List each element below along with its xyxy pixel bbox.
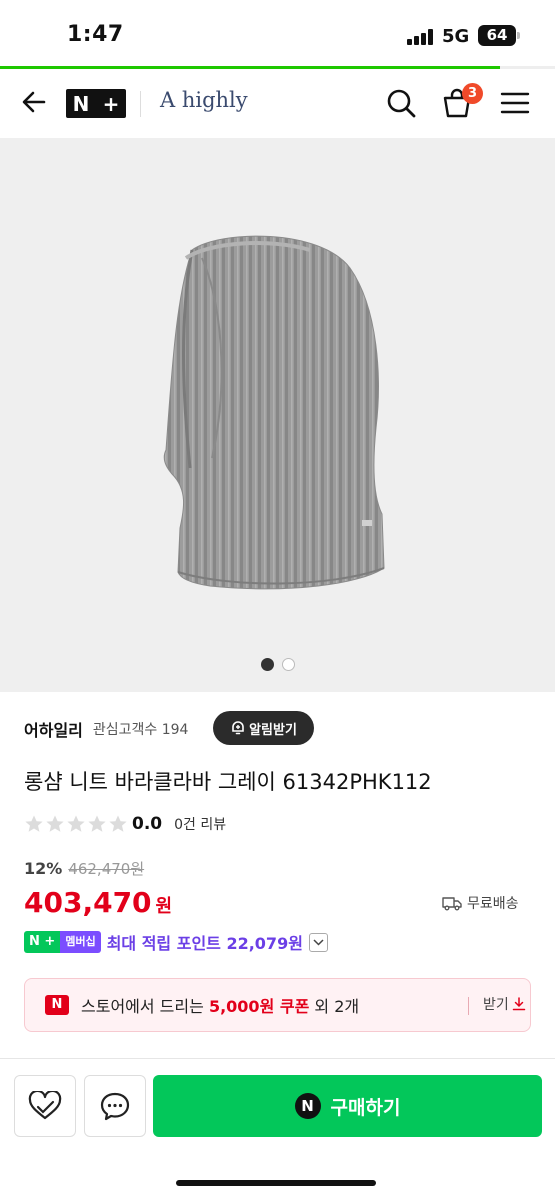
star-icon: [109, 815, 127, 832]
star-icon: [88, 815, 106, 832]
membership-badge-label: 멤버십: [60, 931, 101, 953]
product-image: [163, 235, 385, 590]
network-label: 5G: [442, 26, 470, 47]
header-divider: [140, 91, 141, 117]
coupon-divider: [468, 997, 469, 1015]
chat-bubble-icon: [100, 1092, 130, 1121]
bell-plus-icon: [232, 721, 244, 735]
seller-name[interactable]: 어하일리: [24, 717, 83, 741]
truck-icon: [442, 897, 462, 911]
seller-row: 어하일리 관심고객수 194: [24, 712, 188, 746]
star-rating: [24, 814, 128, 834]
shipping-info: 무료배송: [442, 893, 519, 913]
talk-talk-button[interactable]: [84, 1075, 146, 1137]
back-arrow-icon[interactable]: [18, 86, 50, 118]
rating-row[interactable]: 0.0 0건 리뷰: [24, 814, 226, 834]
naver-n-badge: N: [45, 995, 69, 1015]
download-icon: [512, 997, 526, 1011]
sale-price: 403,470 원: [24, 886, 172, 919]
page-load-progress: [0, 66, 555, 69]
signal-icon: [407, 29, 433, 45]
shipping-label: 무료배송: [467, 896, 519, 912]
discount-rate: 12%: [24, 859, 63, 878]
membership-badge: N + 멤버십: [24, 931, 101, 953]
membership-badge-n: N +: [24, 931, 61, 953]
review-count[interactable]: 0건 리뷰: [174, 814, 226, 834]
header: N + A highly 3: [0, 70, 555, 136]
discount-row: 12% 462,470원: [24, 858, 144, 879]
buy-label: 구매하기: [330, 1096, 401, 1119]
naver-plus-logo[interactable]: N +: [66, 89, 126, 118]
menu-icon[interactable]: [498, 86, 532, 120]
membership-points-row[interactable]: N + 멤버십 최대 적립 포인트 22,079원: [24, 930, 328, 954]
alarm-subscribe-button[interactable]: 알림받기: [213, 711, 314, 745]
coupon-get-button[interactable]: 받기: [483, 994, 526, 1014]
star-icon: [46, 815, 64, 832]
coupon-amount: 5,000원 쿠폰: [208, 997, 310, 1016]
price-unit: 원: [155, 896, 173, 917]
coupon-get-label: 받기: [483, 997, 509, 1013]
action-bar-divider: [0, 1058, 555, 1059]
gallery-dot[interactable]: [260, 658, 274, 671]
logo-n: N: [72, 91, 90, 116]
search-icon[interactable]: [384, 86, 418, 120]
alarm-label: 알림받기: [249, 722, 297, 738]
max-points-text: 최대 적립 포인트 22,079원: [106, 934, 303, 953]
logo-plus: +: [102, 91, 120, 116]
price-value: 403,470: [24, 886, 152, 919]
gallery-dot[interactable]: [281, 658, 295, 671]
star-icon: [25, 815, 43, 832]
buy-button[interactable]: N 구매하기: [153, 1075, 542, 1137]
coupon-banner[interactable]: N 스토어에서 드리는 5,000원 쿠폰 외 2개 받기: [24, 978, 531, 1032]
rating-value: 0.0: [132, 814, 163, 834]
battery-icon: 64: [478, 25, 520, 46]
product-image-gallery[interactable]: [0, 138, 555, 692]
product-title: 롱샴 니트 바라클라바 그레이 61342PHK112: [24, 770, 432, 794]
original-price: 462,470원: [68, 860, 145, 878]
gallery-pagination: [0, 658, 555, 671]
cart-count-badge: 3: [462, 83, 483, 104]
home-indicator[interactable]: [176, 1180, 376, 1186]
store-name[interactable]: A highly: [160, 88, 248, 112]
wishlist-button[interactable]: [14, 1075, 76, 1137]
heart-check-icon: [28, 1091, 62, 1120]
seller-fans-count: 관심고객수 194: [92, 722, 189, 738]
status-time: 1:47: [67, 22, 124, 47]
status-bar: 1:47 5G 64: [0, 0, 555, 66]
star-icon: [67, 815, 85, 832]
naver-pay-icon: N: [294, 1093, 321, 1119]
chevron-down-icon[interactable]: [308, 932, 328, 952]
coupon-text: 스토어에서 드리는 5,000원 쿠폰 외 2개: [81, 997, 360, 1016]
